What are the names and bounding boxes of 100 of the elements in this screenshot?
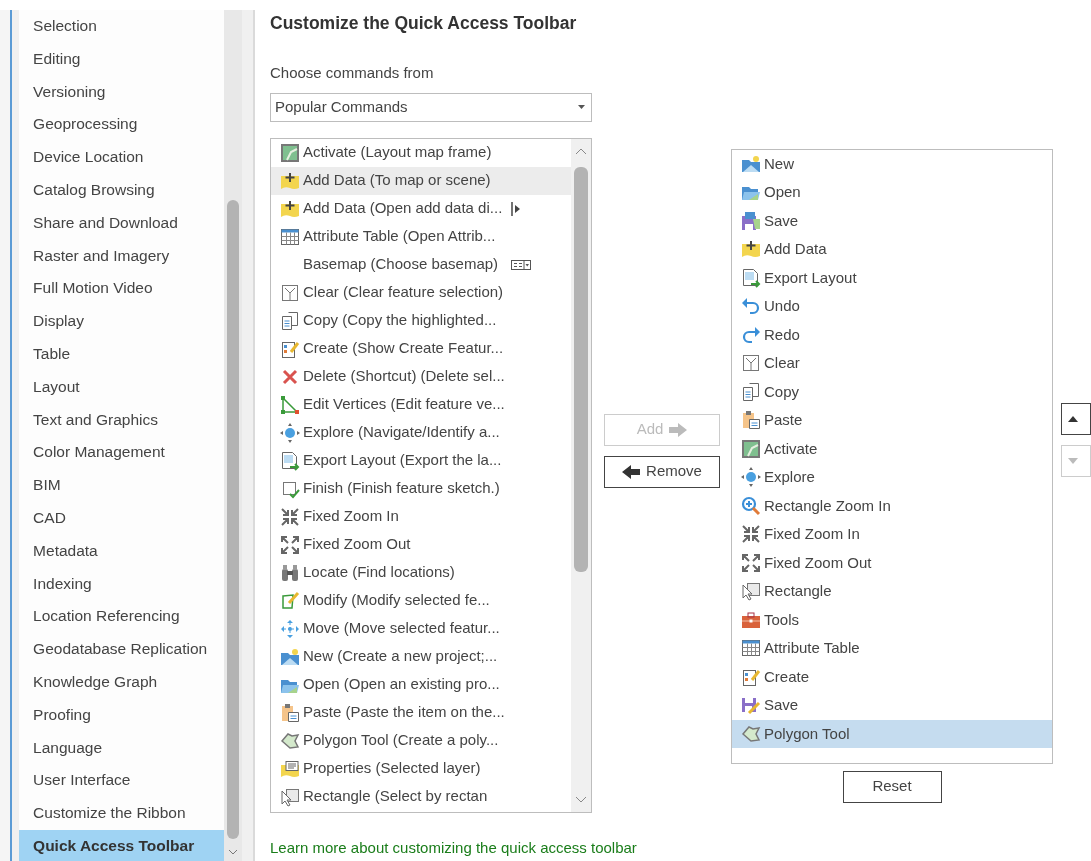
- toolbar-command-item[interactable]: Open: [764, 181, 801, 204]
- command-source-dropdown[interactable]: Popular Commands: [270, 92, 592, 122]
- command-item[interactable]: Locate (Find locations): [303, 561, 455, 584]
- command-item[interactable]: Finish (Finish feature sketch.): [303, 477, 500, 500]
- sidebar-item[interactable]: Language: [19, 731, 225, 765]
- properties-icon: [280, 758, 300, 779]
- toolbar-command-item[interactable]: Copy: [764, 380, 800, 403]
- command-item[interactable]: Explore (Navigate/Identify a...: [303, 421, 500, 444]
- toolbar-command-item[interactable]: Paste: [764, 409, 803, 432]
- sidebar-item[interactable]: Selection: [19, 10, 225, 43]
- toolbar-command-item[interactable]: Save: [764, 209, 799, 232]
- sidebar-item[interactable]: Indexing: [19, 567, 225, 601]
- sidebar-item[interactable]: Customize the Ribbon: [19, 797, 225, 830]
- command-item[interactable]: Properties (Selected layer): [303, 757, 481, 780]
- command-item[interactable]: Rectangle (Select by rectan: [303, 785, 488, 808]
- sidebar-item[interactable]: Display: [19, 305, 225, 338]
- scrollbar-thumb[interactable]: [574, 166, 588, 572]
- navigate-icon: [741, 467, 761, 488]
- sidebar-item[interactable]: Raster and Imagery: [19, 239, 225, 273]
- sidebar-item[interactable]: Versioning: [19, 75, 225, 109]
- toolbar-command-item[interactable]: New: [764, 152, 794, 175]
- folder-plus-icon: [280, 198, 300, 219]
- command-item[interactable]: Copy (Copy the highlighted...: [303, 309, 497, 332]
- sidebar-item[interactable]: User Interface: [19, 764, 225, 798]
- toolbar-command-item[interactable]: Redo: [764, 323, 800, 346]
- remove-button[interactable]: Remove: [604, 455, 720, 488]
- command-item[interactable]: Clear (Clear feature selection): [303, 281, 504, 304]
- sidebar-item[interactable]: Proofing: [19, 698, 225, 732]
- sidebar-item[interactable]: Editing: [19, 42, 225, 76]
- toolbar-command-item[interactable]: Tools: [764, 608, 800, 631]
- command-item[interactable]: Edit Vertices (Edit feature ve...: [303, 393, 505, 416]
- command-item[interactable]: Activate (Layout map frame): [303, 141, 492, 164]
- command-item[interactable]: Add Data (Open add data di...: [303, 197, 503, 220]
- toolbar-command-item[interactable]: Undo: [764, 295, 800, 318]
- command-item[interactable]: Create (Show Create Featur...: [303, 337, 504, 360]
- scroll-down-icon[interactable]: [575, 795, 587, 803]
- toolbar-command-item[interactable]: Fixed Zoom Out: [764, 551, 872, 574]
- command-item[interactable]: Paste (Paste the item on the...: [303, 701, 505, 724]
- binoculars-icon: [280, 562, 300, 583]
- gallery-icon[interactable]: [511, 258, 532, 271]
- command-item[interactable]: Attribute Table (Open Attrib...: [303, 225, 496, 248]
- toolbar-command-item[interactable]: Attribute Table: [764, 637, 860, 660]
- command-item[interactable]: Polygon Tool (Create a poly...: [303, 729, 499, 752]
- sidebar-item[interactable]: Location Referencing: [19, 600, 225, 634]
- sidebar-item[interactable]: Table: [19, 337, 225, 371]
- command-item[interactable]: New (Create a new project;...: [303, 645, 498, 668]
- sidebar-item[interactable]: Knowledge Graph: [19, 665, 225, 699]
- move-up-button[interactable]: [1061, 402, 1091, 435]
- sidebar-item[interactable]: Layout: [19, 370, 225, 404]
- toolbar-command-item[interactable]: Rectangle: [764, 580, 832, 603]
- command-item[interactable]: Delete (Shortcut) (Delete sel...: [303, 365, 505, 388]
- toolbar-command-item[interactable]: Activate: [764, 437, 818, 460]
- section-title: Customize the Quick Access Toolbar: [270, 12, 578, 34]
- sidebar-item[interactable]: Metadata: [19, 534, 225, 568]
- selection-frame-icon: [741, 353, 761, 374]
- sidebar-item[interactable]: Catalog Browsing: [19, 174, 225, 207]
- sidebar-item[interactable]: Color Management: [19, 436, 225, 470]
- command-item[interactable]: Fixed Zoom Out: [303, 533, 411, 556]
- sidebar-item[interactable]: Geodatabase Replication: [19, 633, 225, 666]
- sidebar-item[interactable]: CAD: [19, 501, 225, 535]
- toolbar-command-item[interactable]: Clear: [764, 352, 800, 375]
- arrows-inward-icon: [741, 524, 761, 545]
- map-icon: [741, 438, 761, 459]
- move-arrows-icon: [280, 618, 300, 639]
- toolbar-command-item[interactable]: Save: [764, 694, 799, 717]
- arrows-outward-icon: [741, 552, 761, 573]
- toolbar-command-item[interactable]: Add Data: [764, 238, 827, 261]
- polygon-icon: [741, 723, 761, 744]
- field-label: Choose commands from: [270, 63, 435, 83]
- command-item[interactable]: Export Layout (Export the la...: [303, 449, 502, 472]
- scroll-up-icon[interactable]: [575, 147, 587, 155]
- edit-pencil-icon: [280, 590, 300, 611]
- vertices-icon: [280, 394, 300, 415]
- scrollbar-thumb[interactable]: [227, 200, 240, 839]
- copy-icon: [741, 381, 761, 402]
- sidebar-item[interactable]: Text and Graphics: [19, 403, 225, 437]
- toolbar-command-item[interactable]: Export Layout: [764, 266, 857, 289]
- select-rectangle-icon: [280, 786, 300, 807]
- sidebar-item[interactable]: Device Location: [19, 141, 225, 174]
- sidebar-item[interactable]: Full Motion Video: [19, 272, 225, 306]
- sidebar-item[interactable]: BIM: [19, 469, 225, 502]
- reset-button[interactable]: Reset: [842, 770, 942, 803]
- learn-more-link[interactable]: Learn more about customizing the quick access toolbar: [270, 836, 637, 859]
- command-item[interactable]: Fixed Zoom In: [303, 505, 399, 528]
- scroll-down-icon[interactable]: [228, 849, 239, 855]
- toolbar-command-item[interactable]: Fixed Zoom In: [764, 523, 860, 546]
- command-item[interactable]: Move (Move selected featur...: [303, 617, 500, 640]
- undo-arrow-icon: [741, 296, 761, 317]
- toolbar-command-item[interactable]: Create: [764, 665, 810, 688]
- sidebar-item[interactable]: Geoprocessing: [19, 108, 225, 142]
- command-item[interactable]: Modify (Modify selected fe...: [303, 589, 490, 612]
- command-item[interactable]: Open (Open an existing pro...: [303, 673, 500, 696]
- sidebar-item[interactable]: Share and Download: [19, 206, 225, 240]
- command-item[interactable]: Basemap (Choose basemap): [303, 253, 499, 276]
- toolbar-command-item[interactable]: Explore: [764, 466, 815, 489]
- toolbar-command-item[interactable]: Rectangle Zoom In: [764, 494, 891, 517]
- split-arrow-icon[interactable]: [511, 201, 522, 216]
- magnifier-plus-icon: [741, 495, 761, 516]
- map-icon: [280, 142, 300, 163]
- sidebar-item[interactable]: Quick Access Toolbar: [19, 829, 225, 861]
